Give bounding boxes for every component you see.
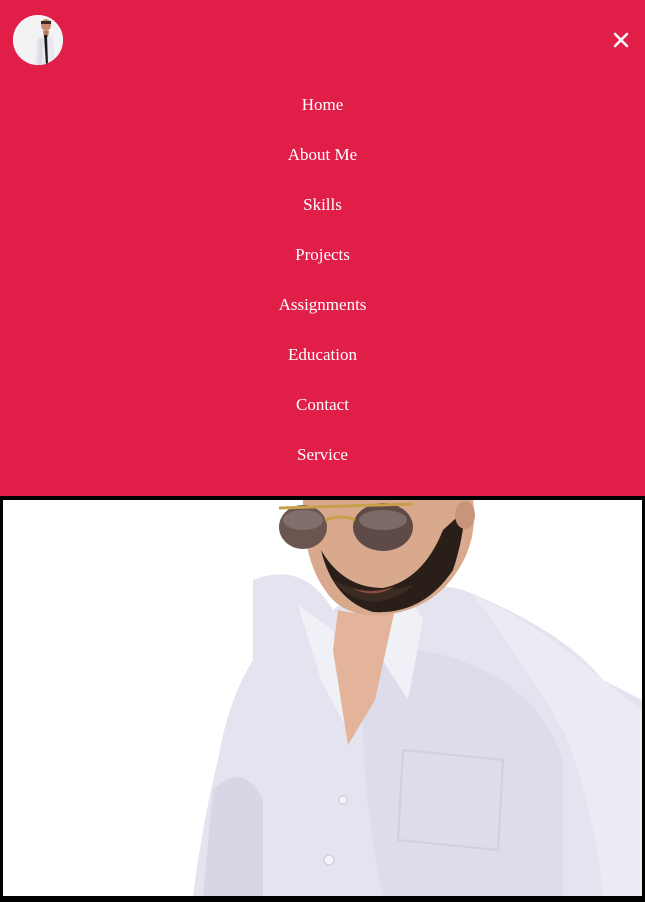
profile-avatar-logo[interactable]	[13, 15, 63, 65]
nav-item-projects: Projects	[0, 230, 645, 280]
nav-item-service: Service	[0, 430, 645, 480]
nav-item-contact: Contact	[0, 380, 645, 430]
nav-link-education[interactable]: Education	[288, 345, 357, 365]
nav-item-home: Home	[0, 80, 645, 130]
nav-item-assignments: Assignments	[0, 280, 645, 330]
hero-photo	[3, 500, 642, 896]
hero-image-frame	[0, 496, 645, 902]
nav-link-home[interactable]: Home	[302, 95, 344, 115]
nav-link-skills[interactable]: Skills	[303, 195, 342, 215]
portrait-illustration	[3, 500, 642, 896]
close-icon	[613, 32, 629, 48]
avatar-image	[13, 15, 63, 65]
nav-link-assignments[interactable]: Assignments	[279, 295, 367, 315]
nav-link-contact[interactable]: Contact	[296, 395, 349, 415]
close-menu-button[interactable]	[608, 27, 634, 53]
nav-item-skills: Skills	[0, 180, 645, 230]
nav-link-service[interactable]: Service	[297, 445, 348, 465]
nav-link-about-me[interactable]: About Me	[288, 145, 357, 165]
nav-list: Home About Me Skills Projects Assignment…	[0, 80, 645, 480]
nav-link-projects[interactable]: Projects	[295, 245, 350, 265]
nav-item-about-me: About Me	[0, 130, 645, 180]
mobile-nav-menu: Home About Me Skills Projects Assignment…	[0, 0, 645, 496]
nav-item-education: Education	[0, 330, 645, 380]
